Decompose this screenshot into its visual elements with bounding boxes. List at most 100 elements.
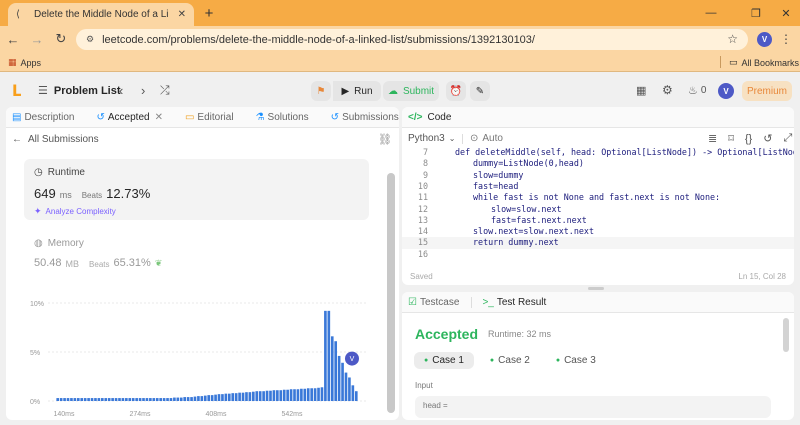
chart-bar[interactable] <box>303 388 307 401</box>
chart-bar[interactable] <box>111 398 114 401</box>
panel-resize-handle[interactable] <box>588 287 604 290</box>
address-bar[interactable]: ⚙ leetcode.com/problems/delete-the-middl… <box>76 29 748 50</box>
restore-window-button[interactable]: ❐ <box>745 4 767 22</box>
chart-bar[interactable] <box>265 390 269 401</box>
chart-bar[interactable] <box>269 390 272 401</box>
language-select[interactable]: Python3 ⌄ <box>408 133 455 144</box>
code-line[interactable]: 8 dummy=ListNode(0,head) <box>402 158 794 169</box>
tab-testcase[interactable]: ☑ Testcase <box>408 297 459 308</box>
browser-menu-icon[interactable]: ⋮ <box>780 32 792 46</box>
tab-submissions[interactable]: ↺ Submissions <box>331 112 399 123</box>
chart-bar[interactable] <box>94 398 97 401</box>
chart-bar[interactable] <box>306 388 310 401</box>
streak-counter[interactable]: ♨ 0 <box>688 84 706 97</box>
chart-bar[interactable] <box>296 389 300 401</box>
apps-bookmark[interactable]: ▦ Apps <box>8 57 41 68</box>
chart-bar[interactable] <box>56 398 60 401</box>
chart-bar[interactable] <box>142 398 145 401</box>
chart-bar[interactable] <box>214 394 217 401</box>
minimize-window-button[interactable]: — <box>700 4 722 22</box>
tab-description[interactable]: ▤ Description <box>12 112 74 123</box>
chart-bar[interactable] <box>286 389 289 401</box>
prev-problem-icon[interactable]: ‹ <box>119 83 123 98</box>
chart-bar[interactable] <box>276 390 279 401</box>
chart-bar[interactable] <box>152 398 156 401</box>
code-line[interactable]: 15 return dummy.next <box>402 237 794 249</box>
chart-bar[interactable] <box>313 388 317 401</box>
chart-bar[interactable] <box>125 398 128 401</box>
chart-bar[interactable] <box>248 392 252 401</box>
runtime-distribution-chart[interactable]: 10% 5% 0% V 140ms 274ms 408ms 542ms <box>6 287 389 420</box>
chart-bar[interactable] <box>289 389 293 401</box>
all-bookmarks[interactable]: ▭ All Bookmarks <box>729 57 799 68</box>
reset-icon[interactable]: ↺ <box>763 132 772 145</box>
code-area[interactable]: 7 def deleteMiddle(self, head: Optional[L… <box>402 147 794 262</box>
tab-test-result[interactable]: >_ Test Result <box>482 297 546 308</box>
chart-bar[interactable] <box>344 372 348 401</box>
chart-bar[interactable] <box>162 398 166 401</box>
chart-bar[interactable] <box>66 398 70 401</box>
code-line[interactable]: 7 def deleteMiddle(self, head: Optional[L… <box>402 147 794 158</box>
chart-bar[interactable] <box>63 398 66 401</box>
chart-bar[interactable] <box>80 398 84 401</box>
chart-bar[interactable] <box>337 355 341 401</box>
chart-bar[interactable] <box>166 398 169 401</box>
chart-bar[interactable] <box>145 398 149 401</box>
code-line[interactable]: 10 fast=head <box>402 181 794 192</box>
chart-bar[interactable] <box>70 398 73 401</box>
case-tab-3[interactable]: ● Case 3 <box>546 352 606 369</box>
auto-mode-toggle[interactable]: ⊙ Auto <box>470 133 503 144</box>
chart-bar[interactable] <box>183 397 187 401</box>
chart-bar[interactable] <box>330 336 334 401</box>
chart-bar[interactable] <box>104 398 108 401</box>
chart-bar[interactable] <box>97 398 101 401</box>
chart-bar[interactable] <box>310 388 313 401</box>
layout-icon[interactable]: ▦ <box>636 84 646 97</box>
left-panel-scrollbar[interactable] <box>387 173 395 413</box>
chart-bar[interactable] <box>203 395 207 401</box>
chart-bar[interactable] <box>279 390 283 401</box>
browser-profile-avatar[interactable]: V <box>757 32 772 47</box>
chart-bar[interactable] <box>207 395 211 401</box>
tab-editorial[interactable]: ▭ Editorial <box>185 112 234 123</box>
bookmark-star-icon[interactable]: ☆ <box>727 32 738 46</box>
chart-bar[interactable] <box>200 396 204 401</box>
forward-arrow-icon[interactable]: → <box>28 30 46 48</box>
chart-bar[interactable] <box>241 392 245 401</box>
chart-bar[interactable] <box>176 397 180 401</box>
chart-bar[interactable] <box>101 398 104 401</box>
chart-bar[interactable] <box>272 390 276 401</box>
submit-button[interactable]: ☁ Submit <box>383 81 439 101</box>
chart-bar[interactable] <box>252 391 255 401</box>
chart-bar[interactable] <box>83 398 87 401</box>
chart-bar[interactable] <box>76 398 80 401</box>
chart-bar[interactable] <box>138 398 142 401</box>
chart-bar[interactable] <box>293 389 296 401</box>
premium-button[interactable]: Premium <box>742 81 792 101</box>
next-problem-icon[interactable]: › <box>141 83 145 98</box>
chart-bar[interactable] <box>155 398 159 401</box>
chart-bar[interactable] <box>186 397 190 401</box>
case-tab-2[interactable]: ● Case 2 <box>480 352 540 369</box>
run-button[interactable]: ▶ Run <box>333 81 381 101</box>
chart-bar[interactable] <box>245 392 248 401</box>
chart-bar[interactable] <box>354 391 358 401</box>
chart-bar[interactable] <box>173 397 176 401</box>
chart-bar[interactable] <box>121 398 125 401</box>
bookmark-icon[interactable]: ⌑ <box>728 132 734 145</box>
code-line[interactable]: 9 slow=dummy <box>402 170 794 181</box>
chart-bar[interactable] <box>135 398 138 401</box>
chart-bar[interactable] <box>118 398 121 401</box>
chart-bar[interactable] <box>149 398 152 401</box>
chart-bar[interactable] <box>159 398 162 401</box>
chart-bar[interactable] <box>327 310 331 401</box>
back-arrow-icon[interactable]: ← <box>4 30 22 48</box>
share-link-icon[interactable]: ⛓ <box>378 133 392 146</box>
chart-bar[interactable] <box>258 391 262 401</box>
debug-button[interactable]: ⚑ <box>311 81 331 101</box>
code-line[interactable]: 11 while fast is not None and fast.next i… <box>402 192 794 203</box>
tab-solutions[interactable]: ⚗ Solutions <box>256 112 309 123</box>
chart-bar[interactable] <box>255 391 259 401</box>
code-line[interactable]: 12 slow=slow.next <box>402 204 794 215</box>
chart-bar[interactable] <box>179 397 183 401</box>
